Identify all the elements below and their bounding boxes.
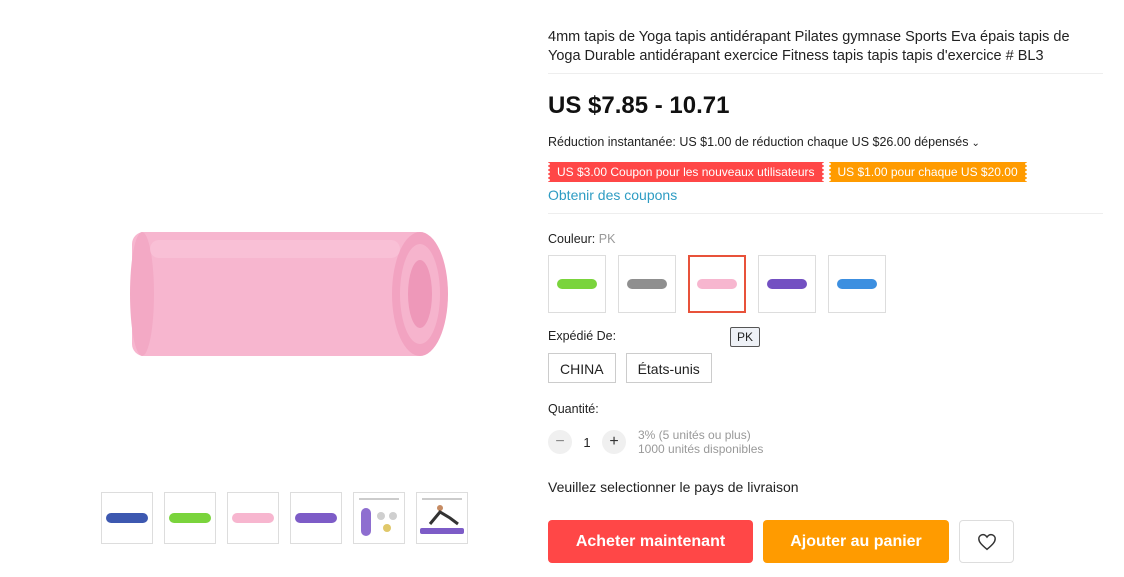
quantity-stepper: − 1 + 3% (5 unités ou plus) 1000 unités … bbox=[548, 428, 763, 456]
quantity-label: Quantité: bbox=[548, 402, 599, 416]
heart-icon bbox=[977, 533, 996, 550]
yoga-mat-roll-image bbox=[130, 232, 448, 356]
add-to-cart-button[interactable]: Ajouter au panier bbox=[763, 520, 949, 563]
thumbnail-3[interactable] bbox=[227, 492, 279, 544]
ships-from-china[interactable]: CHINA bbox=[548, 353, 616, 383]
thumbnail-1[interactable] bbox=[101, 492, 153, 544]
action-buttons: Acheter maintenant Ajouter au panier bbox=[548, 520, 1014, 563]
instant-discount-text: Réduction instantanée: US $1.00 de réduc… bbox=[548, 135, 969, 149]
get-coupons-link[interactable]: Obtenir des coupons bbox=[548, 187, 677, 203]
color-swatches bbox=[548, 255, 886, 313]
ships-from-usa[interactable]: États-unis bbox=[625, 353, 712, 383]
mat-thumbnail-icon bbox=[295, 513, 337, 523]
shipping-country-message: Veuillez selectionner le pays de livrais… bbox=[548, 479, 799, 495]
divider bbox=[548, 213, 1103, 214]
color-label-text: Couleur: bbox=[548, 232, 596, 246]
decrease-quantity-button[interactable]: − bbox=[548, 430, 572, 454]
color-option-purple[interactable] bbox=[758, 255, 816, 313]
wishlist-button[interactable] bbox=[959, 520, 1014, 563]
color-option-green[interactable] bbox=[548, 255, 606, 313]
thumbnail-6[interactable] bbox=[416, 492, 468, 544]
color-option-pink[interactable] bbox=[688, 255, 746, 313]
ships-from-options: CHINA États-unis bbox=[548, 353, 712, 383]
product-price: US $7.85 - 10.71 bbox=[548, 92, 730, 119]
color-tooltip: PK bbox=[730, 327, 761, 347]
ships-from-label: Expédié De: bbox=[548, 329, 617, 343]
mat-thumbnail-icon bbox=[232, 513, 274, 523]
new-user-coupon[interactable]: US $3.00 Coupon pour les nouveaux utilis… bbox=[547, 162, 824, 182]
color-label: Couleur: PK bbox=[548, 232, 615, 246]
product-title: 4mm tapis de Yoga tapis antidérapant Pil… bbox=[548, 29, 1070, 64]
thumbnail-5[interactable] bbox=[353, 492, 405, 544]
selected-color-value: PK bbox=[598, 232, 616, 246]
chevron-down-icon: ⌄ bbox=[971, 138, 980, 149]
mat-swatch-icon bbox=[767, 279, 807, 289]
mat-set-thumbnail-icon bbox=[359, 498, 399, 536]
mat-swatch-icon bbox=[697, 279, 737, 289]
stock-available-text: 1000 unités disponibles bbox=[638, 442, 764, 456]
thumbnail-strip bbox=[101, 492, 468, 544]
quantity-info: 3% (5 unités ou plus) 1000 unités dispon… bbox=[638, 428, 763, 456]
mat-swatch-icon bbox=[557, 279, 597, 289]
increase-quantity-button[interactable]: + bbox=[602, 430, 626, 454]
buy-now-button[interactable]: Acheter maintenant bbox=[548, 520, 753, 563]
divider bbox=[548, 73, 1103, 74]
main-product-image bbox=[120, 220, 460, 370]
quantity-value[interactable]: 1 bbox=[572, 435, 602, 450]
bulk-discount-text: 3% (5 unités ou plus) bbox=[638, 428, 751, 442]
color-option-blue[interactable] bbox=[828, 255, 886, 313]
instant-discount[interactable]: Réduction instantanée: US $1.00 de réduc… bbox=[548, 135, 980, 149]
mat-person-thumbnail-icon bbox=[420, 498, 464, 534]
mat-thumbnail-icon bbox=[106, 513, 148, 523]
mat-swatch-icon bbox=[837, 279, 877, 289]
mat-thumbnail-icon bbox=[169, 513, 211, 523]
coupon-list: US $3.00 Coupon pour les nouveaux utilis… bbox=[547, 162, 1028, 182]
store-coupon[interactable]: US $1.00 pour chaque US $20.00 bbox=[827, 162, 1028, 182]
thumbnail-4[interactable] bbox=[290, 492, 342, 544]
mat-swatch-icon bbox=[627, 279, 667, 289]
color-option-gray[interactable] bbox=[618, 255, 676, 313]
thumbnail-2[interactable] bbox=[164, 492, 216, 544]
